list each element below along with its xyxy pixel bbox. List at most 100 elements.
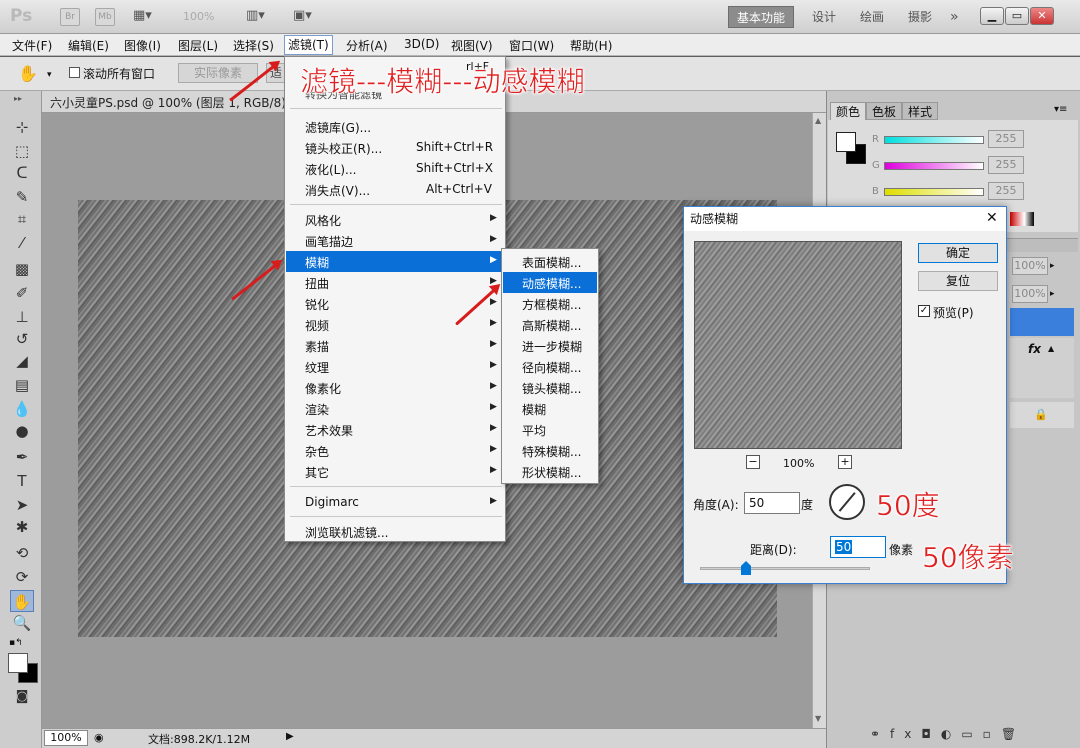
move-tool-icon[interactable]: ⊹	[10, 116, 34, 138]
channel-b-slider[interactable]	[884, 188, 984, 196]
type-tool-icon[interactable]: T	[10, 470, 34, 492]
submenu-item-box-blur[interactable]: 方框模糊...	[522, 296, 581, 313]
opacity-dropdown-icon[interactable]: ▸	[1050, 261, 1055, 271]
quick-mask-icon[interactable]: ◙	[10, 686, 34, 708]
zoom-in-button[interactable]: +	[838, 455, 852, 469]
tab-color[interactable]: 颜色	[830, 102, 867, 120]
menu-3d[interactable]: 3D(D)	[404, 37, 439, 51]
hand-tool-selected-icon[interactable]: ✋	[10, 590, 34, 612]
submenu-item-average[interactable]: 平均	[522, 422, 546, 439]
menu-item-blur[interactable]: 模糊	[305, 254, 329, 271]
eraser-tool-icon[interactable]: ◢	[10, 350, 34, 372]
channel-r-value[interactable]: 255	[988, 130, 1024, 148]
menu-item-video[interactable]: 视频	[305, 317, 329, 334]
submenu-item-lens-blur[interactable]: 镜头模糊...	[522, 380, 581, 397]
layer-row[interactable]	[1010, 338, 1074, 398]
menu-item-liquify[interactable]: 液化(L)...	[305, 161, 357, 178]
brush-tool-icon[interactable]: ✐	[10, 282, 34, 304]
menu-item-distort[interactable]: 扭曲	[305, 275, 329, 292]
reset-button[interactable]: 复位	[918, 271, 998, 291]
color-ramp[interactable]	[1010, 212, 1034, 226]
scroll-up-icon[interactable]: ▲	[815, 116, 821, 125]
menu-file[interactable]: 文件(F)	[12, 37, 52, 54]
default-colors-icon[interactable]: ▪↰	[9, 638, 23, 648]
zoom-field[interactable]: 100%	[44, 730, 88, 746]
screen-mode-icon[interactable]: ▣▾	[293, 8, 325, 26]
mini-bridge-button[interactable]: Mb	[95, 8, 115, 26]
submenu-item-radial-blur[interactable]: 径向模糊...	[522, 359, 581, 376]
menu-item-filter-gallery[interactable]: 滤镜库(G)...	[305, 119, 371, 136]
selected-layer-row[interactable]	[1010, 308, 1074, 336]
path-selection-tool-icon[interactable]: ➤	[10, 494, 34, 516]
submenu-item-shape-blur[interactable]: 形状模糊...	[522, 464, 581, 481]
close-window-icon[interactable]: ✕	[1030, 7, 1054, 25]
view-extras-icon[interactable]: ▦▾	[133, 8, 163, 26]
zoom-out-button[interactable]: −	[746, 455, 760, 469]
dodge-tool-icon[interactable]: ●	[10, 420, 34, 442]
submenu-item-smart-blur[interactable]: 特殊模糊...	[522, 443, 581, 460]
healing-brush-tool-icon[interactable]: ▩	[10, 258, 34, 280]
arrange-documents-icon[interactable]: ▥▾	[246, 8, 278, 26]
hand-tool-icon[interactable]: ✋	[18, 64, 38, 83]
menu-item-sketch[interactable]: 素描	[305, 338, 329, 355]
submenu-item-blur-more[interactable]: 进一步模糊	[522, 338, 582, 355]
menu-item-texture[interactable]: 纹理	[305, 359, 329, 376]
distance-slider-track[interactable]	[700, 567, 870, 570]
menu-item-vanishing-point[interactable]: 消失点(V)...	[305, 182, 370, 199]
menu-item-lens-correction[interactable]: 镜头校正(R)...	[305, 140, 382, 157]
toolbox-collapse-icon[interactable]: ▸▸	[14, 94, 22, 103]
maximize-icon[interactable]: ▭	[1005, 7, 1029, 25]
status-menu-arrow-icon[interactable]: ▶	[286, 731, 294, 742]
actual-pixels-button[interactable]: 实际像素	[178, 63, 258, 83]
tab-swatches[interactable]: 色板	[866, 102, 903, 120]
panel-menu-icon[interactable]: ▾≡	[1054, 104, 1067, 115]
channel-b-value[interactable]: 255	[988, 182, 1024, 200]
more-workspaces-icon[interactable]: »	[950, 6, 959, 28]
3d-orbit-tool-icon[interactable]: ⟳	[10, 566, 34, 588]
menu-item-artistic[interactable]: 艺术效果	[305, 422, 353, 439]
workspace-design[interactable]: 设计	[812, 6, 836, 28]
blur-tool-icon[interactable]: 💧	[10, 398, 34, 420]
tab-styles[interactable]: 样式	[902, 102, 939, 120]
workspace-photography[interactable]: 摄影	[908, 6, 932, 28]
menu-item-other[interactable]: 其它	[305, 464, 329, 481]
workspace-painting[interactable]: 绘画	[860, 6, 884, 28]
layer-panel-footer-icons[interactable]: ⚭fx◘◐▭▫🗑	[870, 727, 1026, 741]
zoom-level-dropdown[interactable]: 100%	[183, 10, 214, 23]
channel-g-slider[interactable]	[884, 162, 984, 170]
scroll-all-checkbox[interactable]	[69, 67, 80, 78]
blur-preview[interactable]	[694, 241, 902, 449]
minimize-icon[interactable]: ▁	[980, 7, 1004, 25]
menu-item-stylize[interactable]: 风格化	[305, 212, 341, 229]
clone-stamp-tool-icon[interactable]: ⊥	[10, 306, 34, 328]
channel-r-slider[interactable]	[884, 136, 984, 144]
menu-view[interactable]: 视图(V)	[451, 37, 493, 54]
zoom-tool-icon[interactable]: 🔍	[10, 612, 34, 634]
menu-edit[interactable]: 编辑(E)	[68, 37, 109, 54]
submenu-item-gaussian-blur[interactable]: 高斯模糊...	[522, 317, 581, 334]
angle-input[interactable]: 50	[744, 492, 800, 514]
ok-button[interactable]: 确定	[918, 243, 998, 263]
menu-item-sharpen[interactable]: 锐化	[305, 296, 329, 313]
quick-select-tool-icon[interactable]: ✎	[10, 186, 34, 208]
shape-tool-icon[interactable]: ✱	[10, 516, 34, 538]
menu-window[interactable]: 窗口(W)	[509, 37, 554, 54]
menu-item-browse-online-filters[interactable]: 浏览联机滤镜...	[305, 524, 388, 541]
submenu-item-blur[interactable]: 模糊	[522, 401, 546, 418]
gradient-tool-icon[interactable]: ▤	[10, 374, 34, 396]
channel-g-value[interactable]: 255	[988, 156, 1024, 174]
menu-item-pixelate[interactable]: 像素化	[305, 380, 341, 397]
layer-opacity-field[interactable]: 100%	[1012, 257, 1048, 275]
menu-image[interactable]: 图像(I)	[124, 37, 161, 54]
submenu-item-motion-blur[interactable]: 动感模糊...	[522, 275, 581, 292]
crop-tool-icon[interactable]: ⌗	[10, 208, 34, 230]
lasso-tool-icon[interactable]: ᑕ	[10, 162, 34, 184]
menu-item-digimarc[interactable]: Digimarc	[305, 495, 359, 509]
history-brush-tool-icon[interactable]: ↺	[10, 328, 34, 350]
menu-item-noise[interactable]: 杂色	[305, 443, 329, 460]
3d-rotate-tool-icon[interactable]: ⟲	[10, 542, 34, 564]
layer-effects-icon[interactable]: fx	[1028, 342, 1041, 356]
fill-dropdown-icon[interactable]: ▸	[1050, 289, 1055, 299]
distance-input[interactable]: 50	[830, 536, 886, 558]
marquee-tool-icon[interactable]: ⬚	[10, 140, 34, 162]
